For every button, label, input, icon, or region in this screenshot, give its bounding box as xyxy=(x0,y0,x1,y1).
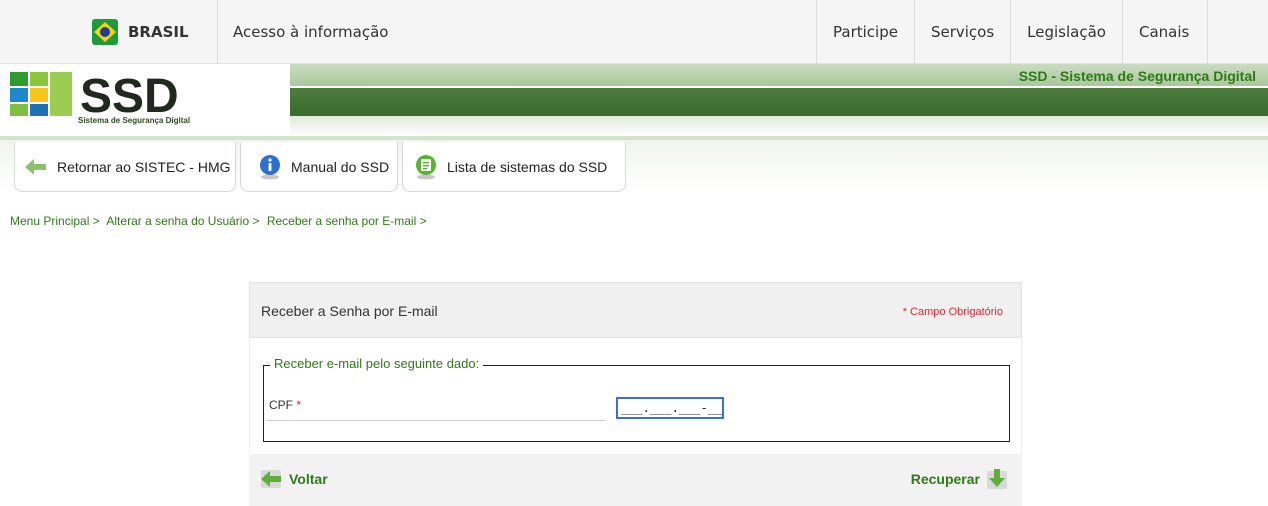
logo-subtitle: Sistema de Segurança Digital xyxy=(78,116,191,125)
cpf-underline xyxy=(266,420,606,421)
download-arrow-icon xyxy=(987,469,1007,489)
cpf-label: CPF * xyxy=(269,398,301,412)
banner-band-dark xyxy=(265,88,1268,116)
form-footer: Voltar Recuperar xyxy=(249,454,1022,506)
required-field-note: * Campo Obrigatório xyxy=(902,306,1003,318)
breadcrumb-alterar-senha[interactable]: Alterar a senha do Usuário > xyxy=(106,214,259,228)
form-title: Receber a Senha por E-mail xyxy=(261,303,438,319)
menu-item-label: Manual do SSD xyxy=(291,158,390,175)
cpf-required-star: * xyxy=(296,398,302,412)
list-icon xyxy=(416,154,436,179)
gov-link-canais[interactable]: Canais xyxy=(1121,0,1208,64)
gov-link-legislacao[interactable]: Legislação xyxy=(1010,0,1122,64)
back-button[interactable]: Voltar xyxy=(259,467,328,491)
cpf-input[interactable] xyxy=(616,397,724,419)
system-title: SSD - Sistema de Segurança Digital xyxy=(1018,68,1256,84)
form-header: Receber a Senha por E-mail * Campo Obrig… xyxy=(249,282,1022,338)
menu-item-manual[interactable]: Manual do SSD xyxy=(240,142,398,192)
banner-swoosh xyxy=(200,64,290,136)
cpf-label-text: CPF xyxy=(269,398,293,412)
gov-link-participe[interactable]: Participe xyxy=(816,0,914,64)
brazil-flag-icon xyxy=(92,19,118,45)
info-icon xyxy=(260,154,280,179)
gov-brasil-link[interactable]: BRASIL xyxy=(80,0,218,64)
fieldset-legend: Receber e-mail pelo seguinte dado: xyxy=(270,356,484,371)
menu-item-label: Lista de sistemas do SSD xyxy=(447,158,608,175)
gov-bar: BRASIL Acesso à informação Participe Ser… xyxy=(0,0,1268,64)
gov-links: Participe Serviços Legislação Canais xyxy=(816,0,1208,64)
back-arrow-icon xyxy=(261,470,281,488)
gov-brasil-label: BRASIL xyxy=(128,23,189,41)
menu-item-lista[interactable]: Lista de sistemas do SSD xyxy=(402,142,626,192)
recover-button-label: Recuperar xyxy=(910,471,980,487)
gov-link-servicos[interactable]: Serviços xyxy=(913,0,1010,64)
menu-item-retornar[interactable]: Retornar ao SISTEC - HMG xyxy=(14,142,236,192)
breadcrumb-menu-principal[interactable]: Menu Principal > xyxy=(10,214,100,228)
breadcrumb-receber-senha[interactable]: Receber a senha por E-mail > xyxy=(267,214,427,228)
breadcrumb: Menu Principal > Alterar a senha do Usuá… xyxy=(10,214,431,228)
menu-item-label: Retornar ao SISTEC - HMG xyxy=(57,158,231,175)
banner-band-fade xyxy=(215,116,1268,136)
back-button-label: Voltar xyxy=(289,471,328,487)
arrow-left-icon xyxy=(25,158,46,175)
recover-button[interactable]: Recuperar xyxy=(911,467,1008,491)
gov-acesso-link[interactable]: Acesso à informação xyxy=(233,0,388,64)
